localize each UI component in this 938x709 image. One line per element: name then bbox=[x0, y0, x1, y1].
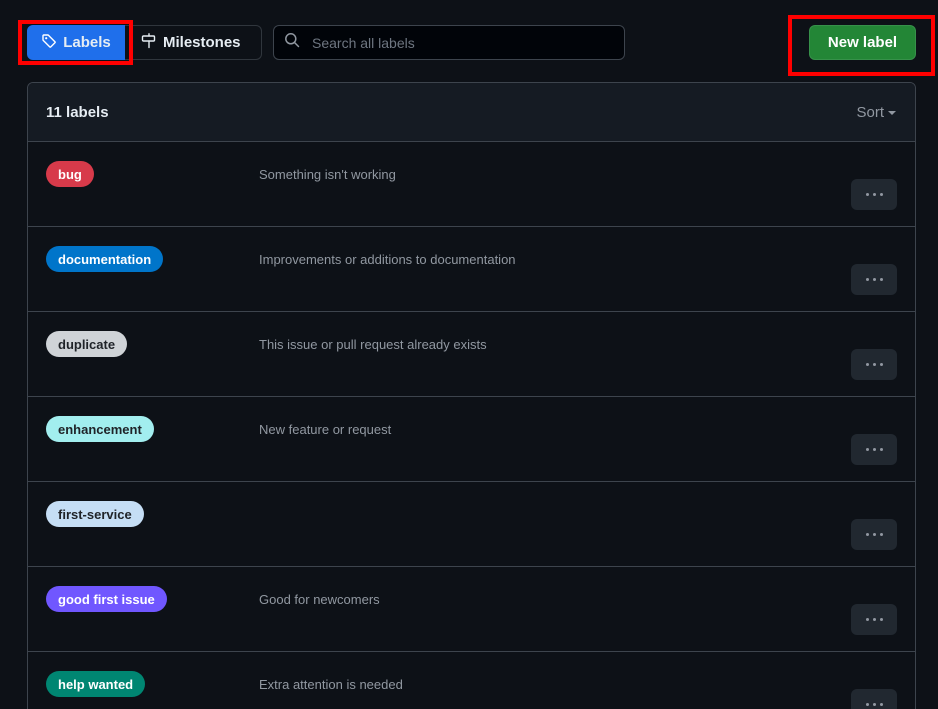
label-row: bug Something isn't working bbox=[28, 142, 915, 227]
label-row: help wanted Extra attention is needed bbox=[28, 652, 915, 709]
search-icon bbox=[284, 32, 300, 53]
label-description: Improvements or additions to documentati… bbox=[259, 252, 516, 267]
label-row: good first issue Good for newcomers bbox=[28, 567, 915, 652]
labels-milestones-subnav: Labels Milestones bbox=[27, 25, 262, 60]
labels-count: 11 labels bbox=[46, 103, 109, 121]
label-row: duplicate This issue or pull request alr… bbox=[28, 312, 915, 397]
sort-button[interactable]: Sort bbox=[856, 104, 896, 121]
label-actions-button[interactable] bbox=[851, 519, 897, 550]
label-row: first-service bbox=[28, 482, 915, 567]
milestone-icon bbox=[141, 32, 157, 53]
label-description: Good for newcomers bbox=[259, 592, 380, 607]
label-description: Extra attention is needed bbox=[259, 677, 403, 692]
label-actions-button[interactable] bbox=[851, 349, 897, 380]
labels-list: 11 labels Sort bug Something isn't worki… bbox=[27, 82, 916, 709]
search-input[interactable] bbox=[310, 33, 624, 52]
label-pill[interactable]: duplicate bbox=[46, 331, 128, 357]
label-row: documentation Improvements or additions … bbox=[28, 227, 915, 312]
label-pill[interactable]: enhancement bbox=[46, 416, 154, 442]
label-search bbox=[273, 25, 625, 60]
label-actions-button[interactable] bbox=[851, 604, 897, 635]
label-actions-button[interactable] bbox=[851, 434, 897, 465]
label-rows: bug Something isn't working documentatio… bbox=[28, 142, 915, 709]
label-actions-button[interactable] bbox=[851, 179, 897, 210]
label-description: This issue or pull request already exist… bbox=[259, 337, 487, 352]
label-pill[interactable]: help wanted bbox=[46, 671, 146, 697]
label-pill[interactable]: documentation bbox=[46, 246, 164, 272]
labels-tab[interactable]: Labels bbox=[27, 25, 125, 60]
label-row: enhancement New feature or request bbox=[28, 397, 915, 482]
milestones-tab[interactable]: Milestones bbox=[125, 25, 262, 60]
triangle-down-icon bbox=[888, 111, 896, 115]
label-actions-button[interactable] bbox=[851, 689, 897, 709]
tag-icon bbox=[41, 33, 57, 53]
label-pill[interactable]: good first issue bbox=[46, 586, 167, 612]
label-actions-button[interactable] bbox=[851, 264, 897, 295]
label-pill[interactable]: first-service bbox=[46, 501, 144, 527]
milestones-tab-label: Milestones bbox=[163, 34, 241, 51]
labels-list-header: 11 labels Sort bbox=[28, 83, 915, 142]
sort-label: Sort bbox=[856, 103, 884, 121]
label-pill[interactable]: bug bbox=[46, 161, 94, 187]
labels-page: Labels Milestones New label 11 bbox=[0, 0, 938, 709]
label-description: Something isn't working bbox=[259, 167, 396, 182]
label-description: New feature or request bbox=[259, 422, 392, 437]
new-label-button[interactable]: New label bbox=[809, 25, 916, 60]
labels-tab-label: Labels bbox=[63, 34, 111, 51]
